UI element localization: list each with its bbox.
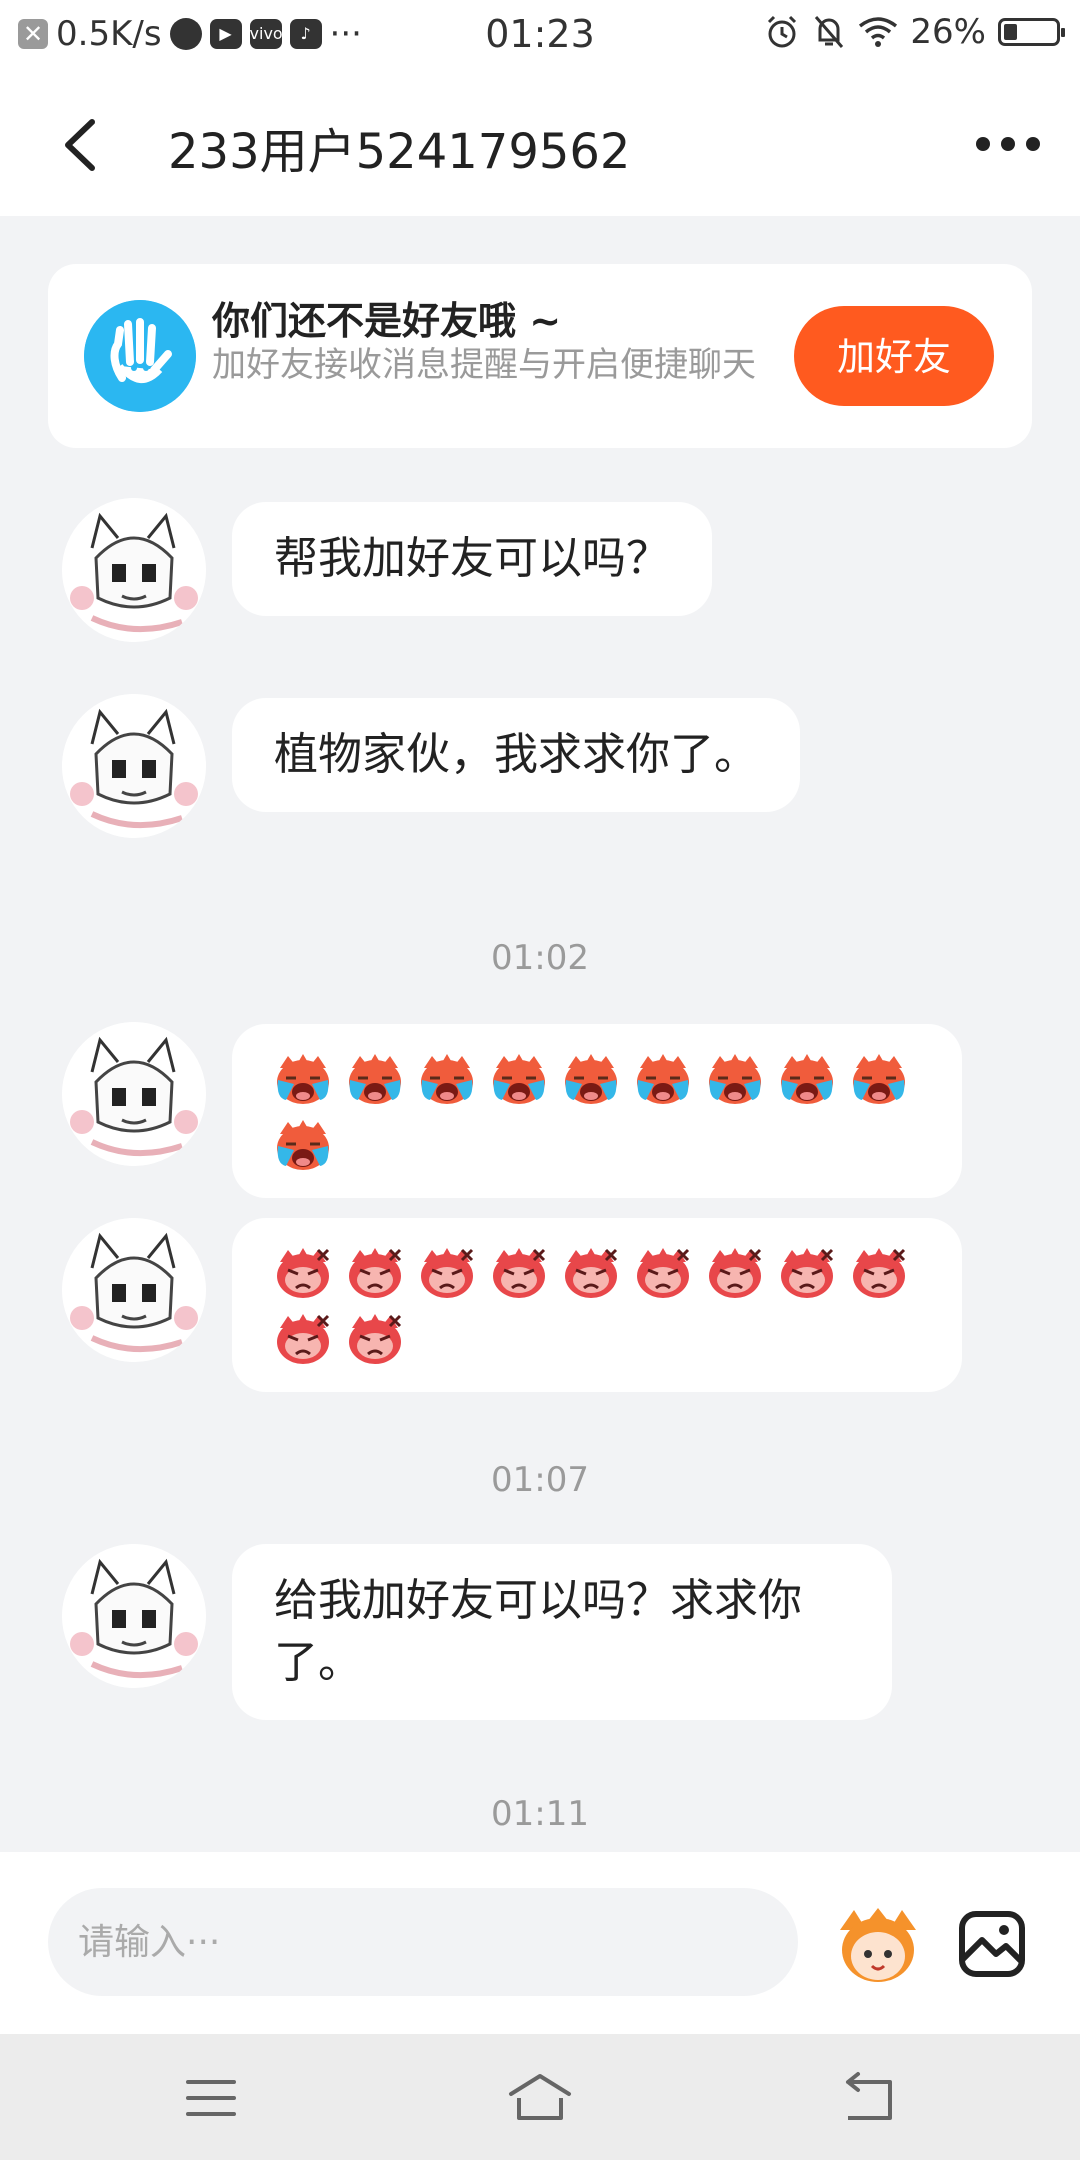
angry-emoji — [421, 1248, 474, 1298]
avatar[interactable] — [62, 1544, 206, 1688]
avatar[interactable] — [62, 498, 206, 642]
message-input[interactable] — [48, 1888, 798, 1996]
dot — [1001, 137, 1015, 151]
status-right: 26% — [764, 12, 1065, 52]
crying-emoji — [565, 1054, 617, 1104]
crying-emoji — [277, 1054, 329, 1104]
system-nav-bar — [0, 2034, 1080, 2160]
more-options-button[interactable] — [976, 130, 1040, 158]
home-nav-button[interactable] — [505, 2068, 575, 2128]
emoji-row — [272, 1050, 922, 1172]
crying-emoji — [493, 1054, 545, 1104]
input-bar — [0, 1852, 1080, 2034]
crying-emoji — [637, 1054, 689, 1104]
wave-hand-icon — [84, 300, 196, 412]
avatar[interactable] — [62, 1022, 206, 1166]
message-bubble[interactable]: 植物家伙，我求求你了。 — [232, 698, 800, 812]
notifications-off-icon — [815, 16, 844, 48]
message-timestamp: 01:07 — [491, 1460, 589, 1500]
battery-icon — [998, 18, 1065, 46]
back-button[interactable] — [52, 110, 112, 180]
banner-subtitle: 加好友接收消息提醒与开启便捷聊天 — [212, 345, 756, 385]
add-friend-button[interactable]: 加好友 — [794, 306, 994, 406]
dot — [1026, 137, 1040, 151]
message-timestamp: 01:02 — [491, 938, 589, 978]
status-bar: ✕ 0.5K/s ▶ vivo ♪ ··· 01:23 26% — [0, 0, 1080, 72]
avatar[interactable] — [62, 1218, 206, 1362]
angry-emoji — [781, 1248, 834, 1298]
battery-fill — [1004, 24, 1017, 40]
angry-emoji — [349, 1314, 402, 1364]
image-button[interactable] — [956, 1908, 1028, 1980]
crying-emoji — [709, 1054, 761, 1104]
emoji-message-bubble[interactable] — [232, 1218, 962, 1392]
add-friend-banner: 你们还不是好友哦 ~ 加好友接收消息提醒与开启便捷聊天 加好友 — [48, 264, 1032, 448]
message-timestamp: 01:11 — [491, 1794, 589, 1834]
wifi-icon — [859, 17, 898, 47]
message-bubble[interactable]: 给我加好友可以吗？求求你了。 — [232, 1544, 892, 1720]
chat-header: 233用户524179562 — [0, 72, 1080, 216]
angry-emoji — [565, 1248, 618, 1298]
angry-emoji — [349, 1248, 402, 1298]
angry-emoji — [277, 1314, 330, 1364]
message-bubble[interactable]: 帮我加好友可以吗？ — [232, 502, 712, 616]
crying-emoji — [277, 1120, 329, 1170]
banner-title: 你们还不是好友哦 ~ — [212, 299, 562, 343]
crying-emoji — [421, 1054, 473, 1104]
alarm-icon — [768, 15, 797, 48]
menu-nav-button[interactable] — [176, 2068, 246, 2128]
emoji-row — [272, 1244, 922, 1366]
emoji-button[interactable] — [830, 1900, 926, 1986]
emoji-message-bubble[interactable] — [232, 1024, 962, 1198]
battery-percent: 26% — [910, 12, 986, 52]
crying-emoji — [349, 1054, 401, 1104]
avatar[interactable] — [62, 694, 206, 838]
angry-emoji — [493, 1248, 546, 1298]
back-nav-button[interactable] — [834, 2068, 904, 2128]
page-title: 233用户524179562 — [168, 124, 631, 180]
angry-emoji — [853, 1248, 906, 1298]
crying-emoji — [781, 1054, 833, 1104]
angry-emoji — [709, 1248, 762, 1298]
crying-emoji — [853, 1054, 905, 1104]
angry-emoji — [637, 1248, 690, 1298]
dot — [976, 137, 990, 151]
angry-emoji — [277, 1248, 330, 1298]
